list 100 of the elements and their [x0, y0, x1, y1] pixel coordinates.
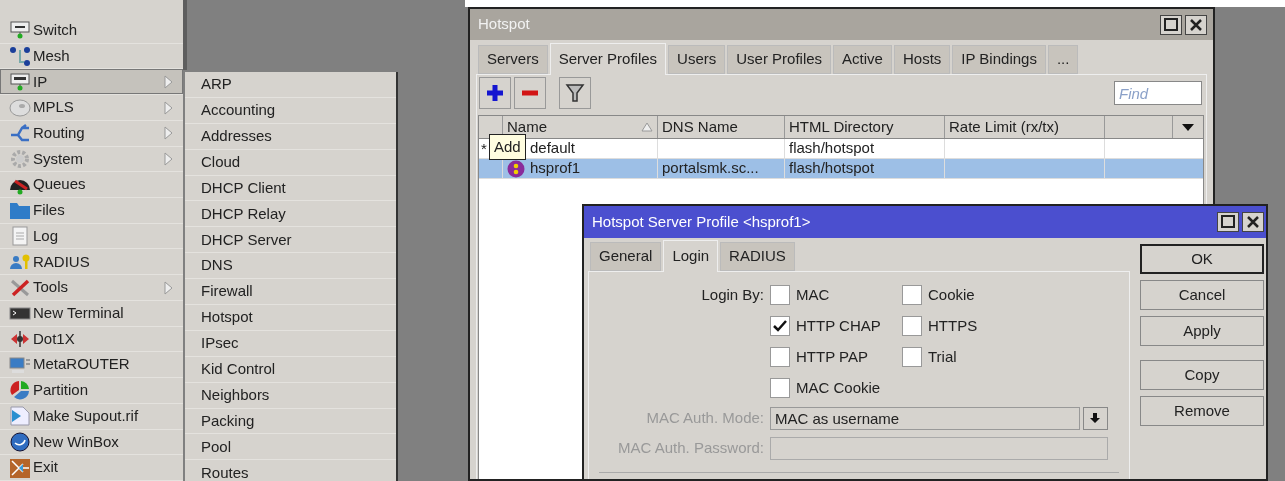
- table-cell: flash/hotspot: [789, 139, 875, 158]
- table-cell: hsprof1: [530, 159, 581, 178]
- tab[interactable]: RADIUS: [720, 242, 795, 271]
- menu-item[interactable]: Tools: [0, 275, 183, 301]
- tab[interactable]: General: [590, 242, 662, 271]
- submenu-arrow-icon: [164, 280, 173, 295]
- checkbox-label: HTTPS: [928, 315, 978, 336]
- column-header[interactable]: DNS Name: [662, 115, 738, 139]
- menu-item[interactable]: IP: [0, 69, 183, 96]
- menu-item[interactable]: Cloud: [185, 149, 396, 176]
- input-field[interactable]: [770, 437, 1108, 460]
- checkbox[interactable]: [902, 285, 922, 305]
- menu-item[interactable]: System: [0, 146, 183, 173]
- checkbox-label: MAC Cookie: [796, 377, 881, 398]
- tab[interactable]: Servers: [478, 45, 548, 74]
- menu-item[interactable]: Log: [0, 223, 183, 250]
- field-label: MAC Auth. Password:: [617, 438, 765, 459]
- menu-item[interactable]: Routes: [185, 460, 396, 481]
- tab[interactable]: Active: [833, 45, 892, 74]
- maximize-icon: [1217, 212, 1239, 232]
- search-field[interactable]: Find: [1114, 81, 1202, 105]
- menu-item[interactable]: Packing: [185, 408, 396, 435]
- menu-item[interactable]: MetaROUTER: [0, 352, 183, 379]
- folder-icon: [9, 200, 31, 221]
- menu-item[interactable]: IPsec: [185, 330, 396, 357]
- exit-icon: [9, 457, 31, 478]
- menu-item[interactable]: Make Supout.rif: [0, 403, 183, 430]
- maximize-icon: [1160, 14, 1182, 35]
- checkbox[interactable]: [770, 285, 790, 305]
- close-icon: [1185, 14, 1207, 35]
- menu-item[interactable]: Switch: [0, 18, 183, 44]
- menu-item[interactable]: New Terminal: [0, 300, 183, 327]
- menu-item[interactable]: Neighbors: [185, 382, 396, 409]
- checkbox-label: Trial: [928, 346, 957, 367]
- dialog-button[interactable]: Apply: [1140, 316, 1264, 346]
- monitor-icon: [9, 354, 31, 375]
- table-cell: flash/hotspot: [789, 159, 875, 178]
- close-icon: [1242, 212, 1264, 232]
- menu-item[interactable]: Exit: [0, 455, 183, 481]
- menu-item[interactable]: Addresses: [185, 123, 396, 150]
- menu-item[interactable]: ARP: [185, 72, 396, 98]
- column-header[interactable]: Rate Limit (rx/tx): [949, 115, 1059, 139]
- menu-item[interactable]: Kid Control: [185, 356, 396, 383]
- monitor-icon: [9, 20, 31, 41]
- tab[interactable]: User Profiles: [727, 45, 832, 74]
- dialog-button[interactable]: Copy: [1140, 360, 1264, 390]
- menu-item[interactable]: Firewall: [185, 279, 396, 305]
- tools-icon: [9, 277, 31, 298]
- menu-item[interactable]: Queues: [0, 172, 183, 199]
- submenu-arrow-icon: [164, 74, 173, 89]
- menu-item[interactable]: DNS: [185, 253, 396, 280]
- menu-item[interactable]: Files: [0, 198, 183, 224]
- disc-icon: [9, 97, 31, 118]
- checkbox[interactable]: [902, 347, 922, 367]
- tab[interactable]: Hosts: [893, 45, 951, 74]
- tab[interactable]: Server Profiles: [549, 43, 667, 75]
- profile-icon: [507, 159, 525, 178]
- checkbox[interactable]: [770, 378, 790, 398]
- checkbox[interactable]: [770, 347, 790, 367]
- menu-item[interactable]: New WinBox: [0, 429, 183, 456]
- checkbox[interactable]: [770, 316, 790, 336]
- tab[interactable]: Login: [663, 240, 719, 272]
- column-header[interactable]: HTML Directory: [789, 115, 894, 139]
- table-row[interactable]: hsprof1 portalsmk.sc... flash/hotspot: [479, 159, 1203, 179]
- tab[interactable]: Users: [668, 45, 726, 74]
- dialog-button[interactable]: Cancel: [1140, 280, 1264, 310]
- monitor-icon: [9, 71, 31, 92]
- menu-item[interactable]: MPLS: [0, 95, 183, 121]
- menu-item[interactable]: Hotspot: [185, 305, 396, 331]
- window-title: Hotspot: [478, 14, 530, 35]
- menu-item[interactable]: DHCP Client: [185, 175, 396, 202]
- dialog-button[interactable]: Remove: [1140, 396, 1264, 426]
- nodes-icon: [9, 46, 31, 67]
- add-button[interactable]: [479, 77, 511, 109]
- dialog-button[interactable]: OK: [1140, 244, 1264, 274]
- plus-icon: [485, 83, 505, 103]
- remove-button[interactable]: [514, 77, 546, 109]
- checkbox-label: HTTP CHAP: [796, 315, 881, 336]
- menu-item[interactable]: Dot1X: [0, 326, 183, 353]
- menu-item[interactable]: Accounting: [185, 97, 396, 124]
- pie-chart-icon: [9, 380, 31, 401]
- row-marker: *: [481, 140, 487, 157]
- circle-icon: [9, 431, 31, 452]
- checkbox-label: HTTP PAP: [796, 346, 868, 367]
- gear-icon: [9, 148, 31, 169]
- menu-item[interactable]: Routing: [0, 120, 183, 147]
- window-title: Hotspot Server Profile <hsprof1>: [592, 211, 811, 232]
- checkbox-label: Cookie: [928, 284, 975, 305]
- menu-item[interactable]: Partition: [0, 378, 183, 404]
- menu-item[interactable]: RADIUS: [0, 249, 183, 276]
- field-label: MAC Auth. Mode:: [645, 408, 765, 429]
- dropdown-icon: [1182, 123, 1194, 131]
- filter-button[interactable]: [559, 77, 591, 109]
- tab[interactable]: IP Bindings: [952, 45, 1046, 74]
- menu-item[interactable]: DHCP Relay: [185, 201, 396, 228]
- menu-item[interactable]: Pool: [185, 434, 396, 461]
- checkbox[interactable]: [902, 316, 922, 336]
- menu-item[interactable]: DHCP Server: [185, 227, 396, 254]
- submenu-arrow-icon: [164, 100, 173, 115]
- tab[interactable]: ...: [1047, 45, 1079, 74]
